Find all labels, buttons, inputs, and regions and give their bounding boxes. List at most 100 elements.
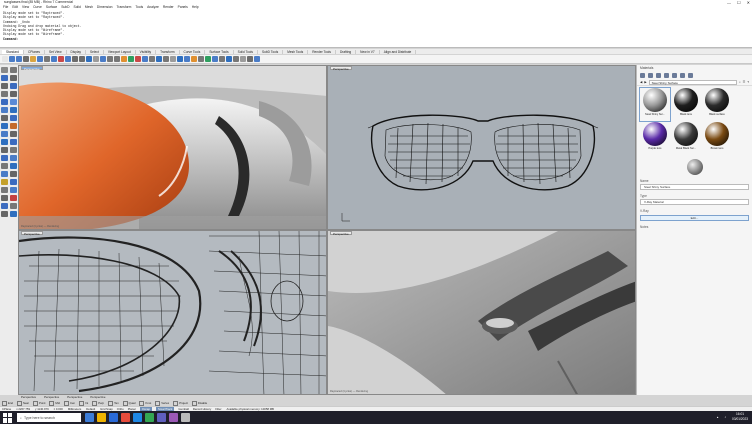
taskbar-search[interactable]: ⌕ Type here to search <box>17 413 81 422</box>
toolbar-tool-icon[interactable] <box>142 56 148 62</box>
import-icon[interactable] <box>648 72 653 78</box>
tab-mesh-tools[interactable]: Mesh Tools <box>283 49 309 54</box>
toolbar-tool-icon[interactable] <box>205 56 211 62</box>
toolbar-tool-icon[interactable] <box>247 56 253 62</box>
tool-icon[interactable] <box>10 163 17 169</box>
menu-dimension[interactable]: Dimension <box>97 5 113 9</box>
windows-start-icon[interactable] <box>3 412 13 423</box>
tool-icon[interactable] <box>1 99 8 105</box>
viewport-label[interactable]: Perspective <box>21 66 43 71</box>
tool-icon[interactable] <box>10 171 17 177</box>
tool-icon[interactable] <box>10 195 17 201</box>
toolbar-tool-icon[interactable] <box>212 56 218 62</box>
tool-icon[interactable] <box>1 123 8 129</box>
viewport-tab[interactable]: Perspective <box>18 395 39 400</box>
delete-icon[interactable] <box>680 72 685 78</box>
pinned-app-icon[interactable] <box>97 413 106 422</box>
material-swatch[interactable]: Purple lens <box>640 122 670 155</box>
section-header[interactable]: Type <box>640 194 749 198</box>
menu-edit[interactable]: Edit <box>12 5 18 9</box>
section-header[interactable]: V-Ray <box>640 209 749 213</box>
toolbar-tool-icon[interactable] <box>219 56 225 62</box>
tool-icon[interactable] <box>10 131 17 137</box>
toolbar-tool-icon[interactable] <box>156 56 162 62</box>
tab-curve-tools[interactable]: Curve Tools <box>180 49 206 54</box>
volume-icon[interactable]: ♪ <box>724 415 726 419</box>
toolbar-tool-icon[interactable] <box>100 56 106 62</box>
menu-subd[interactable]: SubD <box>61 5 69 9</box>
toolbar-tool-icon[interactable] <box>198 56 204 62</box>
toolbar-tool-icon[interactable] <box>72 56 78 62</box>
tool-icon[interactable] <box>10 147 17 153</box>
tool-icon[interactable] <box>10 83 17 89</box>
toolbar-tool-icon[interactable] <box>170 56 176 62</box>
toolbar-tool-icon[interactable] <box>254 56 260 62</box>
tool-icon[interactable] <box>1 203 8 209</box>
tool-icon[interactable] <box>10 139 17 145</box>
toolbar-tool-icon[interactable] <box>86 56 92 62</box>
viewport-top-right[interactable]: Perspective <box>327 65 636 230</box>
menu-mesh[interactable]: Mesh <box>85 5 93 9</box>
tool-icon[interactable] <box>10 75 17 81</box>
tool-icon[interactable] <box>1 75 8 81</box>
toolbar-tool-icon[interactable] <box>184 56 190 62</box>
toolbar-tool-icon[interactable] <box>16 56 22 62</box>
material-name-field[interactable]: Steel Shiny Surface <box>640 184 749 190</box>
viewport-tab[interactable]: Perspective <box>41 395 62 400</box>
material-swatch[interactable]: Brown lens <box>702 122 732 155</box>
tool-icon[interactable] <box>10 99 17 105</box>
menu-transform[interactable]: Transform <box>117 5 132 9</box>
command-prompt[interactable]: Command: <box>3 37 749 41</box>
menu-file[interactable]: File <box>3 5 8 9</box>
tab-select[interactable]: Select <box>86 49 104 54</box>
tab-drafting[interactable]: Drafting <box>336 49 357 54</box>
tool-icon[interactable] <box>1 83 8 89</box>
toolbar-tool-icon[interactable] <box>163 56 169 62</box>
viewport-label[interactable]: Perspective <box>330 66 352 71</box>
tool-icon[interactable] <box>10 67 17 73</box>
tab-set-view[interactable]: Set View <box>45 49 67 54</box>
toolbar-tool-icon[interactable] <box>30 56 36 62</box>
tab-solid-tools[interactable]: Solid Tools <box>234 49 258 54</box>
tab-align-distribute[interactable]: Align and Distribute <box>380 49 417 54</box>
material-type-select[interactable]: V-Ray Material <box>640 199 749 205</box>
viewport-label[interactable]: Perspective <box>21 231 43 236</box>
menu-icon[interactable]: ☰ <box>743 80 746 84</box>
tool-icon[interactable] <box>1 155 8 161</box>
tool-icon[interactable] <box>1 171 8 177</box>
pinned-app-icon[interactable] <box>133 413 142 422</box>
tab-standard[interactable]: Standard <box>2 49 24 54</box>
material-path[interactable]: Steel Shiny Surface <box>648 79 737 85</box>
tab-render-tools[interactable]: Render Tools <box>308 49 336 54</box>
tool-icon[interactable] <box>1 147 8 153</box>
toolbar-tool-icon[interactable] <box>51 56 57 62</box>
viewport-bottom-left[interactable]: Perspective <box>18 230 327 395</box>
tool-icon[interactable] <box>10 203 17 209</box>
export-icon[interactable] <box>656 72 661 78</box>
edit-button[interactable]: Edit... <box>640 215 749 221</box>
toolbar-tool-icon[interactable] <box>191 56 197 62</box>
tab-cplanes[interactable]: CPlanes <box>24 49 45 54</box>
menu-tools[interactable]: Tools <box>135 5 143 9</box>
toolbar-tool-icon[interactable] <box>23 56 29 62</box>
tool-icon[interactable] <box>10 91 17 97</box>
add-material-icon[interactable] <box>640 72 645 78</box>
tab-surface-tools[interactable]: Surface Tools <box>205 49 234 54</box>
tool-icon[interactable] <box>1 211 8 217</box>
menu-analyze[interactable]: Analyze <box>147 5 159 9</box>
toolbar-tool-icon[interactable] <box>226 56 232 62</box>
toolbar-tool-icon[interactable] <box>233 56 239 62</box>
list-icon[interactable] <box>688 72 693 78</box>
pinned-app-icon[interactable] <box>109 413 118 422</box>
tool-icon[interactable] <box>10 211 17 217</box>
toolbar-tool-icon[interactable] <box>79 56 85 62</box>
material-swatch[interactable]: Steel Shiny Sur... <box>639 87 671 122</box>
tool-icon[interactable] <box>1 195 8 201</box>
toolbar-tool-icon[interactable] <box>121 56 127 62</box>
tab-subd-tools[interactable]: SubD Tools <box>258 49 284 54</box>
tool-icon[interactable] <box>1 91 8 97</box>
search-icon[interactable]: ⌕ <box>739 80 741 84</box>
command-history[interactable]: Display mode set to "Raytraced". Display… <box>0 10 752 48</box>
tab-display[interactable]: Display <box>67 49 86 54</box>
pinned-app-icon[interactable] <box>157 413 166 422</box>
